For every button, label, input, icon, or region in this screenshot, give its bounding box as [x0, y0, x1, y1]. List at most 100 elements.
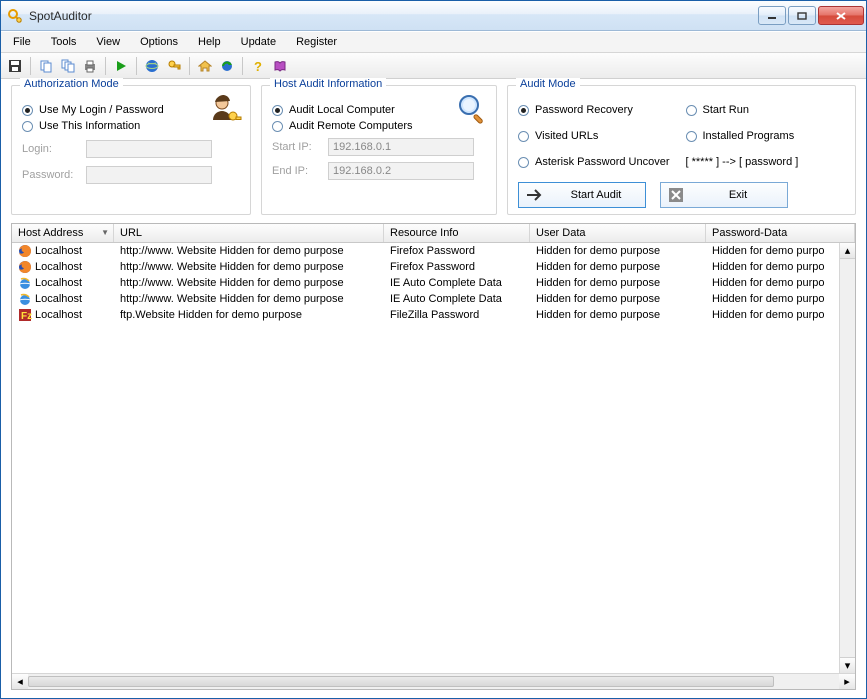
cell-url: http://www. Website Hidden for demo purp… [114, 245, 384, 257]
col-user-data[interactable]: User Data [530, 224, 706, 242]
scroll-up-icon[interactable]: ▴ [840, 243, 855, 259]
table-row[interactable]: Localhosthttp://www. Website Hidden for … [12, 243, 839, 259]
radio-audit-local[interactable]: Audit Local Computer [272, 104, 486, 116]
menu-options[interactable]: Options [132, 34, 186, 50]
menu-register[interactable]: Register [288, 34, 345, 50]
col-password-data[interactable]: Password-Data [706, 224, 855, 242]
scroll-down-icon[interactable]: ▾ [840, 657, 855, 673]
cell-url: http://www. Website Hidden for demo purp… [114, 293, 384, 305]
cell-resource: IE Auto Complete Data [384, 277, 530, 289]
titlebar[interactable]: SpotAuditor [1, 1, 866, 31]
menu-view[interactable]: View [88, 34, 128, 50]
radio-asterisk-uncover-label: Asterisk Password Uncover [535, 156, 670, 168]
radio-installed-programs[interactable]: Installed Programs [686, 130, 846, 142]
exit-button[interactable]: Exit [660, 182, 788, 208]
radio-use-this-info-label: Use This Information [39, 120, 140, 132]
results-grid: Host Address▼ URL Resource Info User Dat… [11, 223, 856, 690]
radio-dot-icon [22, 121, 33, 132]
table-row[interactable]: Localhost http://www. Website Hidden for … [12, 275, 839, 291]
scroll-right-icon[interactable]: ▸ [839, 674, 855, 689]
cell-user: Hidden for demo purpose [530, 309, 706, 321]
copy-all-icon[interactable] [58, 56, 78, 76]
save-icon[interactable] [5, 56, 25, 76]
hscroll-thumb[interactable] [28, 676, 774, 687]
horizontal-scrollbar[interactable]: ◂ ▸ [12, 673, 855, 689]
radio-visited-urls-label: Visited URLs [535, 130, 598, 142]
radio-use-my-login-label: Use My Login / Password [39, 104, 164, 116]
start-audit-label: Start Audit [553, 189, 639, 201]
cell-user: Hidden for demo purpose [530, 261, 706, 273]
cell-url: http://www. Website Hidden for demo purp… [114, 277, 384, 289]
col-host-address[interactable]: Host Address▼ [12, 224, 114, 242]
radio-start-run-label: Start Run [703, 104, 749, 116]
group-host-legend: Host Audit Information [270, 78, 386, 90]
vertical-scrollbar[interactable]: ▴ ▾ [839, 243, 855, 673]
radio-audit-remote[interactable]: Audit Remote Computers [272, 120, 486, 132]
filezilla-icon: Fz [18, 308, 32, 322]
radio-asterisk-uncover[interactable]: Asterisk Password Uncover [518, 156, 678, 168]
copy-icon[interactable] [36, 56, 56, 76]
menu-file[interactable]: File [5, 34, 39, 50]
radio-dot-icon [518, 131, 529, 142]
radio-visited-urls[interactable]: Visited URLs [518, 130, 678, 142]
startip-input[interactable] [328, 138, 474, 156]
hscroll-track[interactable] [28, 674, 839, 689]
menu-tools[interactable]: Tools [43, 34, 85, 50]
radio-audit-local-label: Audit Local Computer [289, 104, 395, 116]
panels-row: Authorization Mode Use My Login / Passwo… [1, 79, 866, 223]
cell-user: Hidden for demo purpose [530, 245, 706, 257]
asterisk-hint: [ ***** ] --> [ password ] [686, 156, 846, 168]
close-button[interactable] [818, 6, 864, 25]
svg-text:?: ? [254, 59, 262, 73]
maximize-button[interactable] [788, 6, 816, 25]
table-row[interactable]: Localhosthttp://www. Website Hidden for … [12, 259, 839, 275]
cell-password: Hidden for demo purpo [706, 309, 839, 321]
exit-label: Exit [695, 189, 781, 201]
table-row[interactable]: FzLocalhostftp.Website Hidden for demo p… [12, 307, 839, 323]
group-authorization-legend: Authorization Mode [20, 78, 123, 90]
cell-resource: IE Auto Complete Data [384, 293, 530, 305]
scroll-left-icon[interactable]: ◂ [12, 674, 28, 689]
col-url[interactable]: URL [114, 224, 384, 242]
cell-resource: Firefox Password [384, 245, 530, 257]
menu-help[interactable]: Help [190, 34, 229, 50]
radio-dot-icon [686, 105, 697, 116]
menu-update[interactable]: Update [233, 34, 284, 50]
endip-label: End IP: [272, 165, 320, 177]
key-icon[interactable] [164, 56, 184, 76]
cell-resource: Firefox Password [384, 261, 530, 273]
login-input[interactable] [86, 140, 212, 158]
help-icon[interactable]: ? [248, 56, 268, 76]
user-key-icon [208, 92, 242, 129]
home-icon[interactable] [195, 56, 215, 76]
col-user-label: User Data [536, 227, 586, 239]
login-label: Login: [22, 143, 78, 155]
radio-dot-icon [518, 105, 529, 116]
endip-input[interactable] [328, 162, 474, 180]
table-row[interactable]: Localhost http://www. Website Hidden for … [12, 291, 839, 307]
radio-start-run[interactable]: Start Run [686, 104, 846, 116]
radio-dot-icon [686, 131, 697, 142]
group-audit-mode: Audit Mode Password Recovery Start Run V… [507, 85, 856, 215]
col-resource-info[interactable]: Resource Info [384, 224, 530, 242]
firefox-icon [18, 244, 32, 258]
start-audit-button[interactable]: Start Audit [518, 182, 646, 208]
cell-host: Localhost [35, 277, 82, 289]
refresh-globe-icon[interactable] [217, 56, 237, 76]
radio-audit-remote-label: Audit Remote Computers [289, 120, 413, 132]
print-icon[interactable] [80, 56, 100, 76]
password-input[interactable] [86, 166, 212, 184]
cell-host: Localhost [35, 261, 82, 273]
minimize-button[interactable] [758, 6, 786, 25]
radio-installed-programs-label: Installed Programs [703, 130, 795, 142]
globe-icon[interactable] [142, 56, 162, 76]
col-res-label: Resource Info [390, 227, 458, 239]
app-window: SpotAuditor File Tools View Options Help… [0, 0, 867, 699]
firefox-icon [18, 260, 32, 274]
password-label: Password: [22, 169, 78, 181]
cell-url: ftp.Website Hidden for demo purpose [114, 309, 384, 321]
radio-password-recovery[interactable]: Password Recovery [518, 104, 678, 116]
book-icon[interactable] [270, 56, 290, 76]
cell-host: Localhost [35, 293, 82, 305]
play-icon[interactable] [111, 56, 131, 76]
